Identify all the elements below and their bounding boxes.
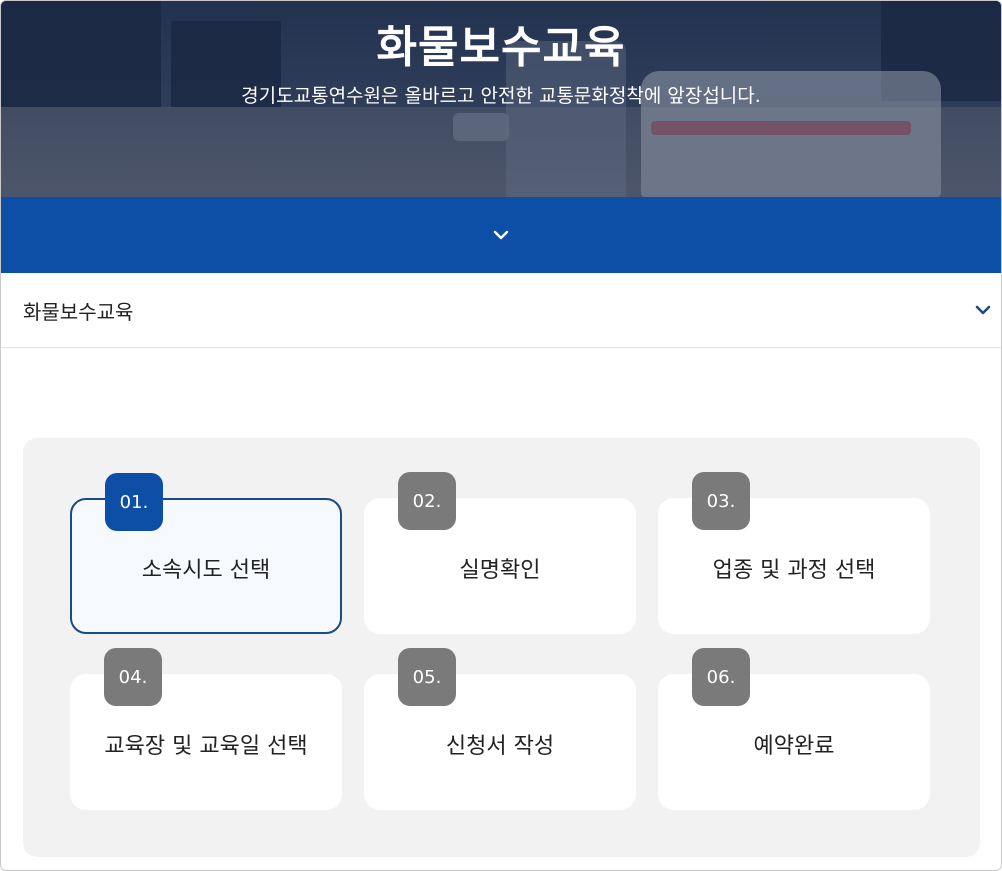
chevron-down-icon[interactable] <box>973 300 993 320</box>
step-label: 신청서 작성 <box>445 734 555 759</box>
step-select-region[interactable]: 01. 소속시도 선택 <box>70 473 342 634</box>
step-label: 예약완료 <box>753 734 835 759</box>
step-number-badge: 02. <box>398 472 456 530</box>
step-label: 교육장 및 교육일 선택 <box>104 734 308 759</box>
page-title: 화물보수교육 <box>376 22 626 73</box>
page-subtitle: 경기도교통연수원은 올바르고 안전한 교통문화정착에 앞장섭니다. <box>241 85 761 107</box>
step-write-application[interactable]: 05. 신청서 작성 <box>364 648 636 810</box>
page-frame: 화물보수교육 경기도교통연수원은 올바르고 안전한 교통문화정착에 앞장섭니다.… <box>0 0 1002 871</box>
hero-banner: 화물보수교육 경기도교통연수원은 올바르고 안전한 교통문화정착에 앞장섭니다. <box>1 1 1001 197</box>
course-select-dropdown[interactable]: 화물보수교육 <box>1 273 1001 348</box>
step-reservation-complete[interactable]: 06. 예약완료 <box>658 648 930 810</box>
step-label: 업종 및 과정 선택 <box>712 558 876 583</box>
menu-toggle-bar[interactable] <box>1 197 1001 273</box>
steps-panel: 01. 소속시도 선택 02. 실명확인 03. 업종 및 과정 선택 04. … <box>23 438 980 857</box>
chevron-down-icon[interactable] <box>491 225 511 245</box>
step-select-course[interactable]: 03. 업종 및 과정 선택 <box>658 472 930 634</box>
step-number-badge: 06. <box>692 648 750 706</box>
step-number-badge: 05. <box>398 648 456 706</box>
step-label: 소속시도 선택 <box>141 558 271 583</box>
step-label: 실명확인 <box>459 558 541 583</box>
step-number-badge: 04. <box>104 648 162 706</box>
step-select-venue-date[interactable]: 04. 교육장 및 교육일 선택 <box>70 648 342 810</box>
step-identity-verification[interactable]: 02. 실명확인 <box>364 472 636 634</box>
course-select-label: 화물보수교육 <box>23 299 134 324</box>
step-number-badge: 03. <box>692 472 750 530</box>
step-number-badge: 01. <box>105 473 163 531</box>
